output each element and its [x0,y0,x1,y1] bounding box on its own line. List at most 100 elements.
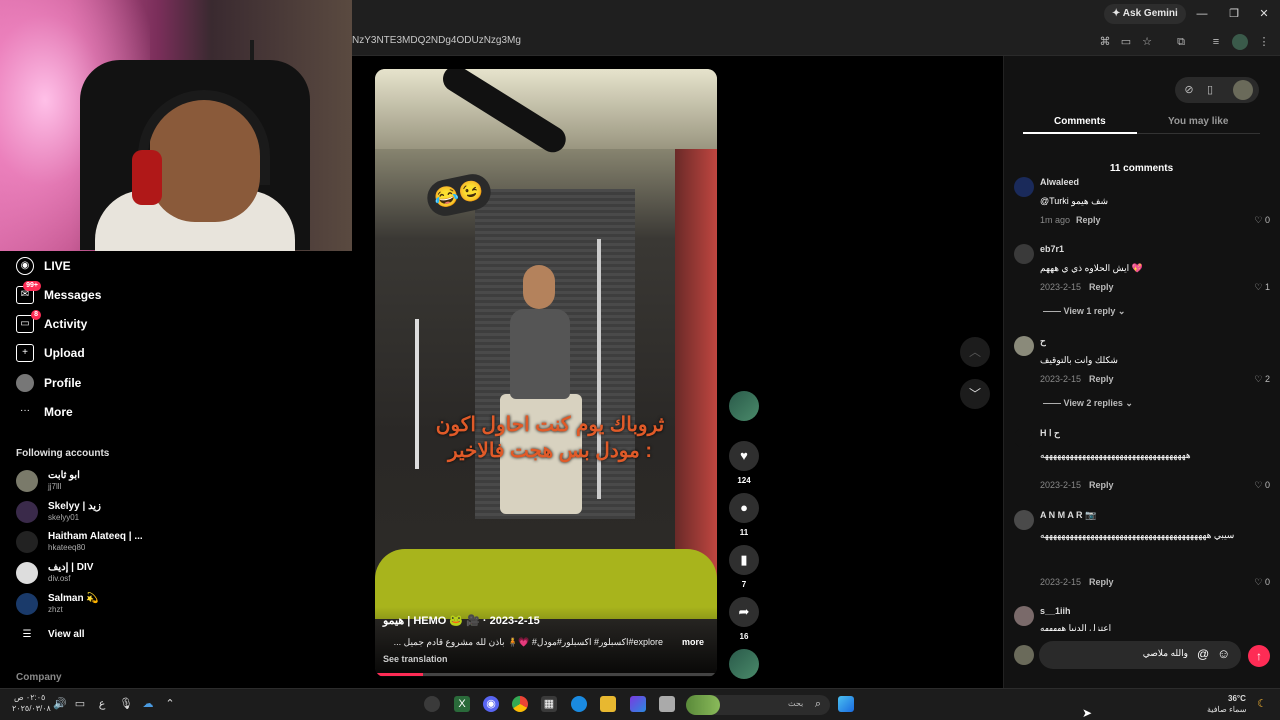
address-bar[interactable]: NzY3NTE3MDQ2NDg4ODUzNzg3Mg ⌘ ▭ ☆ ⧉ ≡ ⋮ [352,28,1280,56]
avatar[interactable] [1014,510,1034,530]
comment-input[interactable] [1048,648,1188,658]
chevron-down-icon[interactable]: ﹀ [960,379,990,409]
video-author[interactable]: هيمو | HEMO 🐸 🎥 · 2023-2-15 [383,614,540,627]
creator-avatar[interactable] [729,391,759,421]
chrome-icon[interactable] [512,696,528,712]
bookmark-count: 7 [741,580,747,589]
chevron-up-icon[interactable]: ︿ [960,337,990,367]
video-player[interactable]: 😂😉 ثروباك يوم كنت احاول اكون مودل بس هجت… [375,69,717,677]
music-disc-icon[interactable] [729,649,759,679]
extensions-icon[interactable]: ⧉ [1173,34,1189,50]
ask-gemini-button[interactable]: ✦ Ask Gemini [1104,4,1186,24]
comment-text: شكلك وانت بالتوقيف [1040,355,1118,365]
ms365-icon[interactable] [630,696,646,712]
discord-icon[interactable]: ◉ [483,696,499,712]
speaker-icon[interactable]: 🔊 [52,696,68,712]
microphone-icon[interactable]: 🎙 [118,696,134,712]
edge-icon[interactable] [571,696,587,712]
nav-upload[interactable]: + Upload [16,342,85,364]
nav-more[interactable]: ··· More [16,401,73,423]
comment-user[interactable]: A N M A R 📷 [1040,510,1096,521]
mention-icon[interactable]: @ [1197,647,1209,661]
cast-icon[interactable]: ▭ [1118,34,1134,50]
nav-activity[interactable]: ▭ 8 Activity [16,310,87,335]
compass-icon[interactable]: ⊘ [1181,82,1197,98]
company-link[interactable]: Company [16,672,62,683]
profile-avatar-icon[interactable] [1232,34,1248,50]
chevron-up-icon[interactable]: ⌃ [162,696,178,712]
nav-live[interactable]: ◉ LIVE [16,255,71,277]
close-icon[interactable]: ✕ [1256,6,1272,22]
reply-button[interactable]: Reply [1076,215,1101,225]
user-avatar[interactable] [1233,80,1253,100]
minimize-icon[interactable]: — [1194,6,1210,22]
bookmark-icon[interactable]: ▮ [729,545,759,575]
app-icon[interactable] [424,696,440,712]
nav-profile[interactable]: Profile [16,372,81,394]
reply-button[interactable]: Reply [1089,374,1114,384]
comment-icon[interactable]: ● [729,493,759,523]
reply-button[interactable]: Reply [1089,282,1114,292]
avatar[interactable] [1014,244,1034,264]
like-count: 124 [737,476,751,485]
menu-dots-icon[interactable]: ⋮ [1256,34,1272,50]
language-indicator[interactable]: ع [94,696,110,712]
view-replies-button[interactable]: —— View 2 replies ⌄ [1043,398,1133,409]
comment-like-count: 0 [1264,577,1270,587]
more-button[interactable]: more [682,637,704,647]
view-replies-button[interactable]: —— View 1 reply ⌄ [1043,306,1125,317]
comment-user[interactable]: ح [1040,336,1046,347]
excel-icon[interactable]: X [454,696,470,712]
like-icon[interactable]: ♥ [729,441,759,471]
avatar[interactable] [1014,177,1034,197]
onedrive-icon[interactable]: ☁ [140,696,156,712]
tab-you-may-like[interactable]: You may like [1168,116,1228,127]
account-name: إديف | DIV [48,562,94,573]
comment-date: 2023-2-15 [1040,282,1082,292]
tab-comments[interactable]: Comments [1054,116,1106,127]
network-icon[interactable]: ▭ [72,696,88,712]
nav-messages[interactable]: ✉ 99+ Messages [16,281,101,306]
comment-like[interactable]: ♡ 2 [1240,374,1270,385]
media-icon[interactable]: ≡ [1208,34,1224,50]
comment-user[interactable]: s__1iih [1040,606,1071,616]
video-progress-track[interactable] [375,673,717,676]
comment-like[interactable]: ♡ 0 [1240,480,1270,491]
clock-date[interactable]: ٢٠٢٥/٠٣/٠٨ [12,704,51,713]
avatar[interactable] [1014,606,1034,626]
phone-icon[interactable]: ▯ [1202,82,1218,98]
emoji-icon[interactable]: ☺ [1217,646,1230,661]
comment-user[interactable]: Alwaleed [1040,177,1079,187]
following-account[interactable]: Salman 💫 zhzt [16,590,99,618]
reply-button[interactable]: Reply [1089,480,1114,490]
following-account[interactable]: Haitham Alateeq | ... hkateeq80 [16,528,143,556]
comment-like[interactable]: ♡ 0 [1240,577,1270,588]
file-explorer-icon[interactable] [600,696,616,712]
following-account[interactable]: ابو ثابت jj7lll [16,467,80,495]
app-icon[interactable] [659,696,675,712]
clock-time[interactable]: ٠٢:٠٥ ص [14,693,45,702]
account-handle: hkateeq80 [48,543,86,552]
comment-user[interactable]: H ح ا [1040,428,1060,439]
following-account[interactable]: إديف | DIV div.osf [16,559,93,587]
start-icon[interactable] [838,696,854,712]
url-text[interactable]: NzY3NTE3MDQ2NDg4ODUzNzg3Mg [352,35,521,46]
store-icon[interactable]: ▦ [541,696,557,712]
share-icon[interactable]: ➦ [729,597,759,627]
comment-like[interactable]: ♡ 1 [1240,282,1270,293]
see-translation-link[interactable]: See translation [383,654,448,664]
bookmark-star-icon[interactable]: ☆ [1139,34,1155,50]
restore-icon[interactable]: ❐ [1226,6,1242,22]
avatar[interactable] [1014,336,1034,356]
reply-button[interactable]: Reply [1089,577,1114,587]
comment-like[interactable]: ♡ 0 [1240,215,1270,226]
send-button[interactable]: ↑ [1248,645,1270,667]
following-account[interactable]: Skelyy | زيد skelyy01 [16,498,101,526]
weather-desc[interactable]: سماء صافية [1207,705,1247,714]
translate-icon[interactable]: ⌘ [1097,34,1113,50]
view-all-link[interactable]: ☰ View all [16,621,85,649]
moon-icon[interactable]: ☾ [1254,696,1270,712]
avatar[interactable] [1014,428,1034,448]
weather-temp[interactable]: 36°C [1228,694,1246,703]
comment-user[interactable]: eb7r1 [1040,244,1064,254]
